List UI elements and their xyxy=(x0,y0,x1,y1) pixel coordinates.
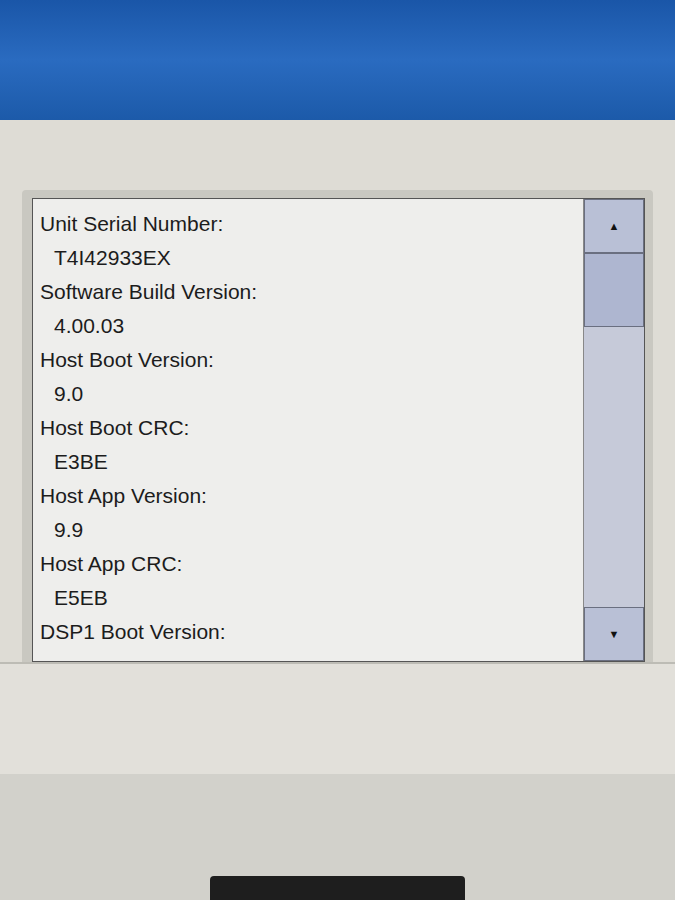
info-label: Unit Serial Number: xyxy=(40,207,583,241)
info-label: DSP1 Boot Version: xyxy=(40,615,583,649)
info-row: Host App CRC:E5EB xyxy=(40,547,583,615)
scroll-up-button[interactable]: ▲ xyxy=(584,199,644,253)
scroll-track[interactable] xyxy=(584,253,644,607)
info-label: Host App Version: xyxy=(40,479,583,513)
device-bezel: Unit Serial Number:T4I42933EXSoftware Bu… xyxy=(0,120,675,662)
info-row: Host Boot Version:9.0 xyxy=(40,343,583,411)
info-label: Host Boot CRC: xyxy=(40,411,583,445)
info-label: Host App CRC: xyxy=(40,547,583,581)
info-value: 9.9 xyxy=(40,513,583,547)
scroll-thumb[interactable] xyxy=(584,253,644,327)
background-wall xyxy=(0,0,675,120)
info-label: Host Boot Version: xyxy=(40,343,583,377)
info-row: Software Build Version:4.00.03 xyxy=(40,275,583,343)
info-value: E5EB xyxy=(40,581,583,615)
info-value: 4.00.03 xyxy=(40,309,583,343)
info-row: Host Boot CRC:E3BE xyxy=(40,411,583,479)
scroll-down-button[interactable]: ▼ xyxy=(584,607,644,661)
info-row: DSP1 Boot Version: xyxy=(40,615,583,649)
slot xyxy=(210,876,465,900)
info-row: Unit Serial Number:T4I42933EX xyxy=(40,207,583,275)
info-value: T4I42933EX xyxy=(40,241,583,275)
scrollbar[interactable]: ▲ ▼ xyxy=(583,199,644,661)
device-base xyxy=(0,774,675,900)
info-value: 9.0 xyxy=(40,377,583,411)
device-screen: Unit Serial Number:T4I42933EXSoftware Bu… xyxy=(32,198,645,662)
info-list: Unit Serial Number:T4I42933EXSoftware Bu… xyxy=(33,199,583,661)
device-lip xyxy=(0,662,675,774)
info-label: Software Build Version: xyxy=(40,275,583,309)
info-value: E3BE xyxy=(40,445,583,479)
info-row: Host App Version:9.9 xyxy=(40,479,583,547)
